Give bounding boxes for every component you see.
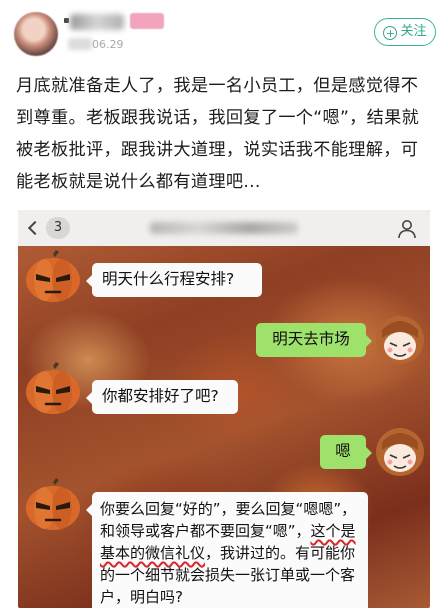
user-level-badge [130, 13, 164, 29]
user-avatar[interactable] [14, 12, 58, 56]
post-date: 06.29 [92, 38, 124, 51]
follow-button[interactable]: + 关注 [374, 18, 436, 46]
message-text: 明天什么行程安排? [102, 270, 235, 288]
message-bubble-me-2[interactable]: 嗯 [320, 435, 372, 469]
girl-avatar-icon [376, 428, 424, 476]
post-body-text: 月底就准备走人了，我是一名小员工，但是感觉得不到尊重。老板跟我说话，我回复了一个… [16, 76, 420, 192]
message-bubble-me-1[interactable]: 明天去市场 [256, 323, 372, 357]
message-text: 你都安排好了吧? [102, 387, 219, 405]
post-date-blurred [68, 38, 92, 50]
chat-screenshot[interactable]: 3 明天什么行程安排? 明天去市场 你都安排好了吧? 嗯 你要么回复“好的”，要… [18, 210, 430, 608]
chat-title-blurred [150, 222, 298, 234]
pumpkin-avatar-icon [26, 362, 80, 414]
back-chevron-icon [27, 220, 43, 236]
message-text: 明天去市场 [272, 330, 350, 348]
post-header: 06.29 + 关注 [0, 0, 448, 68]
girl-avatar-icon [376, 316, 424, 364]
message-bubble-boss-2[interactable]: 你都安排好了吧? [86, 380, 238, 414]
message-text: 嗯 [335, 442, 351, 460]
message-bubble-boss-3[interactable]: 你要么回复“好的”，要么回复“嗯嗯”，和领导或客户都不要回复“嗯”，这个是基本的… [86, 492, 368, 608]
plus-icon: + [383, 26, 398, 40]
username-blurred[interactable] [70, 14, 124, 30]
person-icon [398, 220, 416, 239]
pumpkin-avatar-icon [26, 250, 80, 302]
message-bubble-boss-1[interactable]: 明天什么行程安排? [86, 263, 262, 297]
follow-button-label: 关注 [400, 24, 427, 39]
username-prefix-dot [64, 18, 69, 23]
unread-count-badge: 3 [46, 217, 70, 239]
pumpkin-avatar-icon [26, 478, 80, 530]
chat-title-bar: 3 [18, 210, 430, 246]
